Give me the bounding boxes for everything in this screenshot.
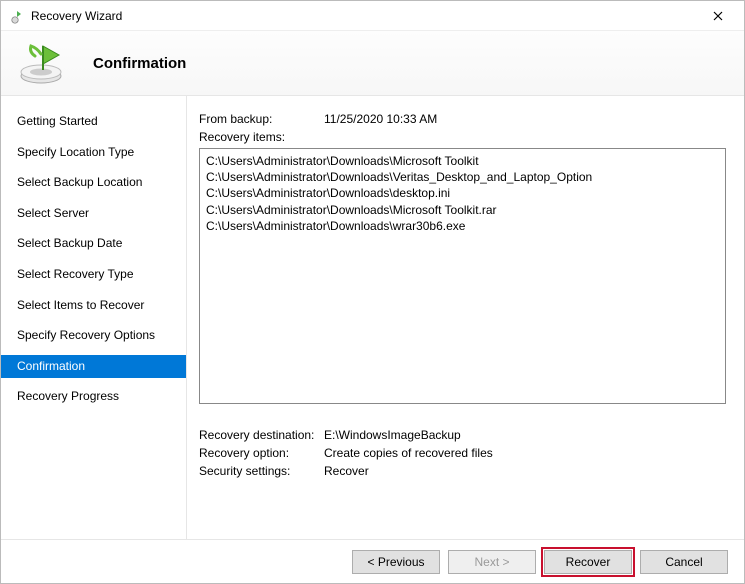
summary-block: Recovery destination: E:\WindowsImageBac… xyxy=(199,428,726,482)
sidebar-step-1[interactable]: Specify Location Type xyxy=(1,141,186,165)
from-backup-label: From backup: xyxy=(199,112,324,126)
recovery-items-label: Recovery items: xyxy=(199,130,726,144)
previous-button[interactable]: < Previous xyxy=(352,550,440,574)
sidebar-step-3[interactable]: Select Server xyxy=(1,202,186,226)
security-value: Recover xyxy=(324,464,369,478)
wizard-footer: < Previous Next > Recover Cancel xyxy=(1,539,744,583)
wizard-header: Confirmation xyxy=(1,31,744,96)
recovery-item[interactable]: C:\Users\Administrator\Downloads\Microso… xyxy=(206,202,719,218)
cancel-button[interactable]: Cancel xyxy=(640,550,728,574)
window-title: Recovery Wizard xyxy=(31,9,696,23)
next-button: Next > xyxy=(448,550,536,574)
recover-button[interactable]: Recover xyxy=(544,550,632,574)
option-label: Recovery option: xyxy=(199,446,324,460)
sidebar-step-0[interactable]: Getting Started xyxy=(1,110,186,134)
sidebar-step-2[interactable]: Select Backup Location xyxy=(1,171,186,195)
recovery-item[interactable]: C:\Users\Administrator\Downloads\wrar30b… xyxy=(206,218,719,234)
option-value: Create copies of recovered files xyxy=(324,446,493,460)
content-pane: From backup: 11/25/2020 10:33 AM Recover… xyxy=(187,96,744,539)
sidebar-step-8[interactable]: Confirmation xyxy=(1,355,186,379)
wizard-steps-sidebar: Getting Started Specify Location Type Sele… xyxy=(1,96,187,539)
destination-value: E:\WindowsImageBackup xyxy=(324,428,461,442)
security-label: Security settings: xyxy=(199,464,324,478)
close-button[interactable] xyxy=(696,2,740,30)
from-backup-value: 11/25/2020 10:33 AM xyxy=(324,112,437,126)
app-icon xyxy=(9,8,25,24)
recovery-item[interactable]: C:\Users\Administrator\Downloads\desktop… xyxy=(206,185,719,201)
sidebar-step-5[interactable]: Select Recovery Type xyxy=(1,263,186,287)
sidebar-step-6[interactable]: Select Items to Recover xyxy=(1,294,186,318)
sidebar-step-4[interactable]: Select Backup Date xyxy=(1,232,186,256)
wizard-body: Getting Started Specify Location Type Sele… xyxy=(1,96,744,539)
sidebar-step-9[interactable]: Recovery Progress xyxy=(1,385,186,409)
sidebar-step-7[interactable]: Specify Recovery Options xyxy=(1,324,186,348)
header-icon xyxy=(19,40,71,86)
from-backup-row: From backup: 11/25/2020 10:33 AM xyxy=(199,112,726,126)
destination-label: Recovery destination: xyxy=(199,428,324,442)
page-title: Confirmation xyxy=(93,55,186,72)
titlebar: Recovery Wizard xyxy=(1,1,744,31)
recovery-items-list[interactable]: C:\Users\Administrator\Downloads\Microso… xyxy=(199,148,726,404)
recovery-item[interactable]: C:\Users\Administrator\Downloads\Veritas… xyxy=(206,169,719,185)
recovery-item[interactable]: C:\Users\Administrator\Downloads\Microso… xyxy=(206,153,719,169)
